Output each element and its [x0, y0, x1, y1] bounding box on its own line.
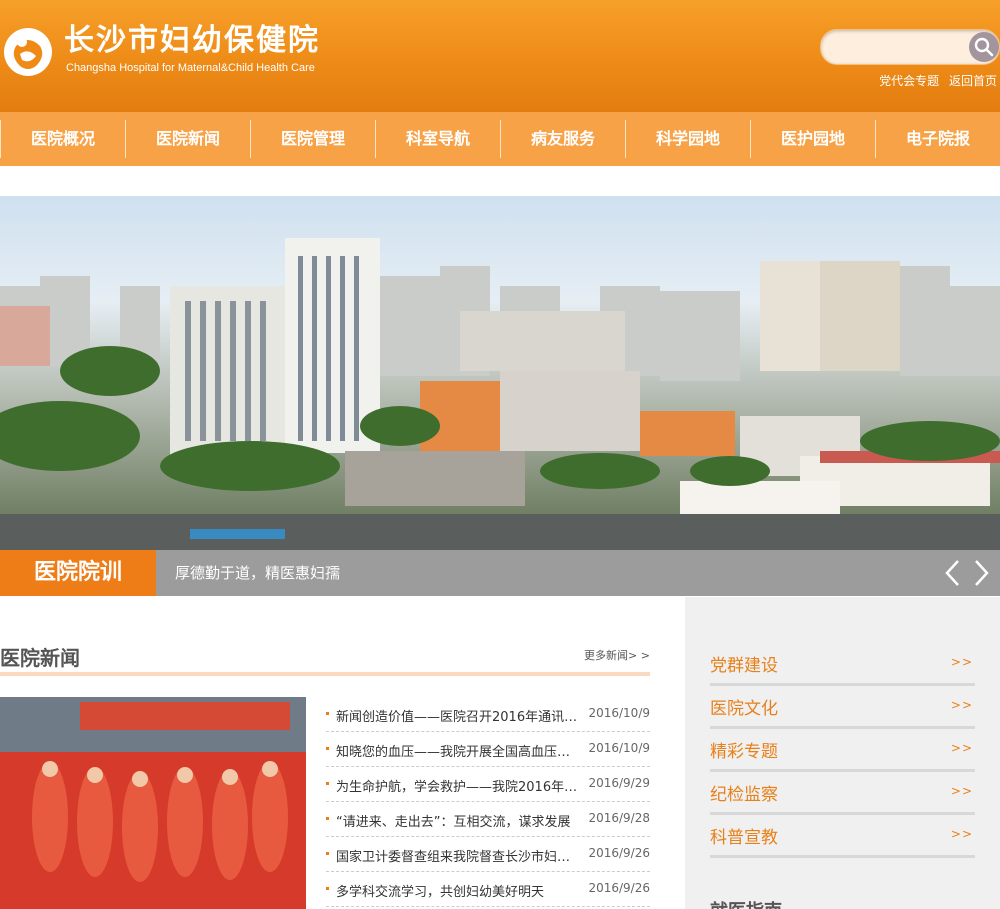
more-arrow-icon: >>: [950, 698, 973, 712]
side-item-culture[interactable]: 医院文化 >>: [710, 686, 975, 729]
more-arrow-icon: >>: [950, 741, 973, 755]
bullet-icon: [326, 712, 329, 715]
banner-prev-icon[interactable]: [940, 558, 966, 588]
news-item-title: 新闻创造价值——医院召开2016年通讯员会议: [336, 710, 578, 725]
nav-item-management[interactable]: 医院管理: [250, 120, 375, 158]
news-item[interactable]: 新闻创造价值——医院召开2016年通讯员会议 2016/10/9: [326, 697, 650, 732]
side-item-discipline[interactable]: 纪检监察 >>: [710, 772, 975, 815]
side-item-label: 党群建设: [710, 656, 778, 676]
motto-bar: 医院院训 厚德勤于道，精医惠妇孺: [0, 550, 1000, 596]
search-icon: [974, 37, 994, 57]
side-item-label: 医院文化: [710, 699, 778, 719]
motto-text: 厚德勤于道，精医惠妇孺: [175, 564, 341, 582]
news-item[interactable]: 知晓您的血压——我院开展全国高血压日义诊活动 2016/10/9: [326, 732, 650, 767]
more-news-link[interactable]: 更多新闻> >: [584, 647, 650, 663]
news-item-date: 2016/10/9: [588, 741, 650, 755]
news-section-title: 医院新闻: [0, 646, 80, 670]
medical-guide-title: 就医指南: [710, 897, 782, 909]
news-item[interactable]: 国家卫计委督查组来我院督查长沙市妇幼健康工作 2016/9/26: [326, 837, 650, 872]
top-links: 党代会专题 返回首页: [873, 72, 997, 89]
search-button[interactable]: [969, 32, 999, 62]
bullet-icon: [326, 747, 329, 750]
banner-next-icon[interactable]: [968, 558, 994, 588]
search-input[interactable]: [833, 36, 967, 58]
news-photo[interactable]: [0, 697, 306, 909]
nav-item-news[interactable]: 医院新闻: [125, 120, 250, 158]
news-item-title: “请进来、走出去”：互相交流，谋求发展: [336, 815, 571, 830]
news-item[interactable]: 多学科交流学习，共创妇幼美好明天 2016/9/26: [326, 872, 650, 907]
news-item-date: 2016/9/29: [588, 776, 650, 790]
side-panel: 党群建设 >> 医院文化 >> 精彩专题 >> 纪检监察 >> 科普宣教 >> …: [685, 597, 1000, 909]
motto-title: 医院院训: [0, 550, 156, 596]
nav-item-e-newspaper[interactable]: 电子院报: [875, 120, 1000, 158]
news-item[interactable]: 为生命护航，学会救护——我院2016年急救技能培训 2016/9/29: [326, 767, 650, 802]
more-arrow-icon: >>: [950, 784, 973, 798]
nav-item-departments[interactable]: 科室导航: [375, 120, 500, 158]
side-item-label: 科普宣教: [710, 828, 778, 848]
side-item-featured[interactable]: 精彩专题 >>: [710, 729, 975, 772]
search-box: [820, 29, 1000, 65]
home-link[interactable]: 返回首页: [949, 74, 997, 88]
news-list: 新闻创造价值——医院召开2016年通讯员会议 2016/10/9 知晓您的血压—…: [326, 697, 650, 907]
news-item-date: 2016/9/26: [588, 881, 650, 895]
side-item-health-education[interactable]: 科普宣教 >>: [710, 815, 975, 858]
side-item-label: 纪检监察: [710, 785, 778, 805]
news-item-date: 2016/9/28: [588, 811, 650, 825]
nav-item-overview[interactable]: 医院概况: [0, 120, 125, 158]
logo-english-name: Changsha Hospital for Maternal&Child Hea…: [66, 62, 315, 74]
banner-hospital-photo[interactable]: [0, 196, 1000, 550]
news-item-date: 2016/10/9: [588, 706, 650, 720]
bullet-icon: [326, 782, 329, 785]
more-arrow-icon: >>: [950, 827, 973, 841]
news-divider: [0, 672, 650, 676]
bullet-icon: [326, 817, 329, 820]
party-congress-link[interactable]: 党代会专题: [879, 74, 939, 88]
nav-item-science[interactable]: 科学园地: [625, 120, 750, 158]
side-item-party-building[interactable]: 党群建设 >>: [710, 643, 975, 686]
mother-child-logo-icon: [4, 28, 52, 76]
news-item-title: 国家卫计委督查组来我院督查长沙市妇幼健康工作: [336, 850, 578, 865]
dance-performance-photo: [0, 697, 306, 909]
bullet-icon: [326, 852, 329, 855]
news-item-title: 知晓您的血压——我院开展全国高血压日义诊活动: [336, 745, 578, 760]
news-item-title: 为生命护航，学会救护——我院2016年急救技能培训: [336, 780, 578, 795]
hospital-logo[interactable]: 长沙市妇幼保健院 Changsha Hospital for Maternal&…: [2, 22, 332, 82]
nav-item-patient-services[interactable]: 病友服务: [500, 120, 625, 158]
news-item-date: 2016/9/26: [588, 846, 650, 860]
logo-chinese-name: 长沙市妇幼保健院: [64, 23, 320, 58]
news-item[interactable]: “请进来、走出去”：互相交流，谋求发展 2016/9/28: [326, 802, 650, 837]
side-item-label: 精彩专题: [710, 742, 778, 762]
hospital-aerial-photo: [0, 238, 1000, 550]
nav-item-medical-staff[interactable]: 医护园地: [750, 120, 875, 158]
more-arrow-icon: >>: [950, 655, 973, 669]
bullet-icon: [326, 887, 329, 890]
site-header: 长沙市妇幼保健院 Changsha Hospital for Maternal&…: [0, 0, 1000, 112]
main-nav: 医院概况 医院新闻 医院管理 科室导航 病友服务 科学园地 医护园地 电子院报: [0, 112, 1000, 166]
news-item-title: 多学科交流学习，共创妇幼美好明天: [336, 885, 545, 900]
